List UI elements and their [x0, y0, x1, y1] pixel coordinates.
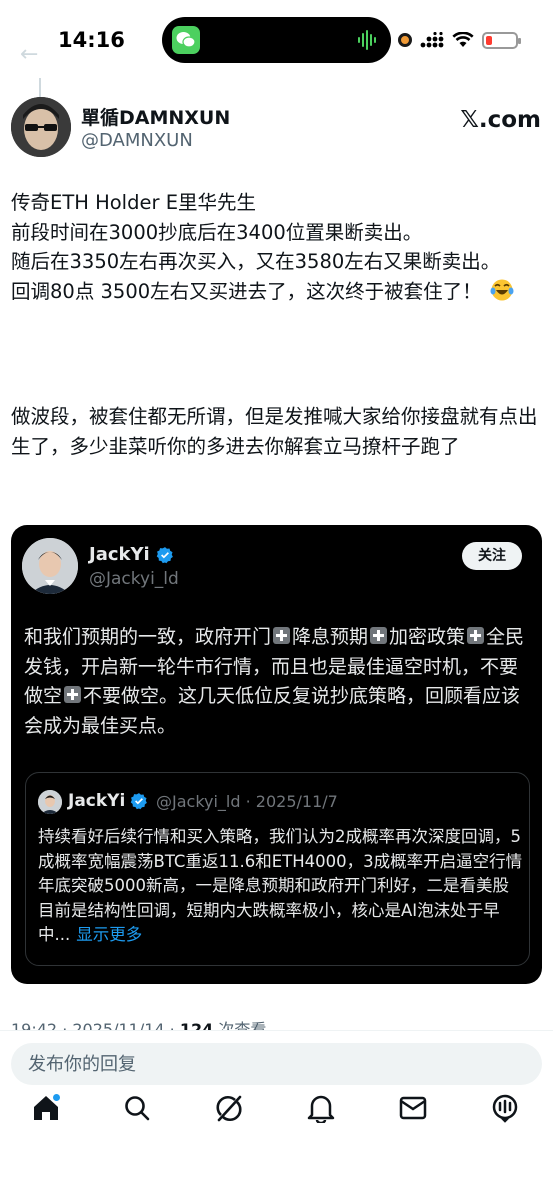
- quote-author-name[interactable]: JackYi: [89, 544, 174, 565]
- post-author: 單循DAMNXUN @DAMNXUN 𝕏.com: [11, 97, 541, 159]
- author-name[interactable]: 單循DAMNXUN: [81, 103, 230, 130]
- wechat-icon: [172, 26, 200, 54]
- quote-author-handle[interactable]: @Jackyi_ld: [89, 569, 179, 589]
- notifications-icon: [307, 1095, 335, 1123]
- quote-text: 和我们预期的一致，政府开门 降息预期 加密政策 全民发钱，开启新一轮牛市行情，而且也是…: [24, 623, 534, 741]
- quote-author-avatar[interactable]: [22, 538, 78, 594]
- post-text-2: 做波段，被套住都无所谓，但是发推喊大家给你接盘就有点出生了，多少韭菜听你的多进去…: [11, 405, 538, 458]
- verified-badge-icon: [156, 546, 173, 563]
- spaces-icon: [492, 1094, 518, 1123]
- messages-icon: [399, 1096, 427, 1120]
- show-more-link[interactable]: 显示更多: [76, 925, 142, 944]
- verified-badge-icon: [131, 793, 148, 810]
- post-text-part1: 传奇ETH Holder E里华先生 前段时间在3000抄底后在3400位置果断…: [11, 191, 501, 303]
- tab-notifications[interactable]: [291, 1078, 351, 1138]
- quote-author-name-text: JackYi: [89, 544, 150, 565]
- nested-author-avatar[interactable]: [38, 790, 62, 814]
- laughing-tears-emoji-icon: [490, 279, 514, 300]
- cellular-signal-icon: [420, 32, 444, 48]
- quote-text-part2: 降息预期: [292, 626, 369, 648]
- plus-emoji-icon: [370, 627, 388, 644]
- nested-author-meta: @Jackyi_ld · 2025/11/7: [156, 792, 338, 811]
- grok-icon: [216, 1095, 242, 1122]
- thread-connector: [39, 78, 41, 98]
- recording-indicator-icon: [398, 33, 412, 47]
- dynamic-island[interactable]: [162, 17, 391, 63]
- nested-author-name-text: JackYi: [68, 791, 126, 811]
- battery-icon: [482, 31, 521, 49]
- tab-messages[interactable]: [383, 1078, 443, 1138]
- follow-button[interactable]: 关注: [462, 542, 522, 570]
- quoted-post-card[interactable]: JackYi @Jackyi_ld 关注 和我们预期的一致，政府开门 降息预期 加密…: [11, 525, 542, 984]
- plus-emoji-icon: [64, 686, 82, 703]
- post-text: 传奇ETH Holder E里华先生 前段时间在3000抄底后在3400位置果断…: [11, 188, 541, 306]
- author-avatar[interactable]: [11, 97, 71, 157]
- nested-author-name[interactable]: JackYi: [68, 791, 148, 811]
- wifi-icon: [452, 32, 474, 47]
- system-icons: [398, 30, 521, 50]
- source-label: 𝕏.com: [460, 107, 541, 133]
- tab-bar: [0, 1078, 553, 1138]
- tab-home[interactable]: [16, 1078, 76, 1138]
- back-arrow-icon[interactable]: ←: [20, 42, 38, 67]
- status-time: 14:16: [58, 28, 125, 52]
- status-bar: ← 14:16: [0, 0, 553, 80]
- tab-spaces[interactable]: [475, 1078, 535, 1138]
- audio-wave-icon: [358, 30, 376, 50]
- plus-emoji-icon: [467, 627, 485, 644]
- quote-text-part1: 和我们预期的一致，政府开门: [24, 626, 272, 648]
- nested-post-text: 持续看好后续行情和买入策略，我们认为2成概率再次深度回调，5成概率宽幅震荡BTC…: [38, 825, 523, 948]
- author-handle[interactable]: @DAMNXUN: [81, 130, 193, 151]
- search-icon: [125, 1096, 150, 1121]
- plus-emoji-icon: [273, 627, 291, 644]
- tab-search[interactable]: [107, 1078, 167, 1138]
- nested-quoted-post[interactable]: JackYi @Jackyi_ld · 2025/11/7 持续看好后续行情和买…: [25, 772, 530, 966]
- quote-text-part5: 不要做空。这几天低位反复说抄底策略，回顾看应该会成为最佳买点。: [24, 685, 521, 737]
- home-notification-dot: [53, 1094, 60, 1101]
- tab-grok[interactable]: [199, 1078, 259, 1138]
- quote-text-part3: 加密政策: [389, 626, 466, 648]
